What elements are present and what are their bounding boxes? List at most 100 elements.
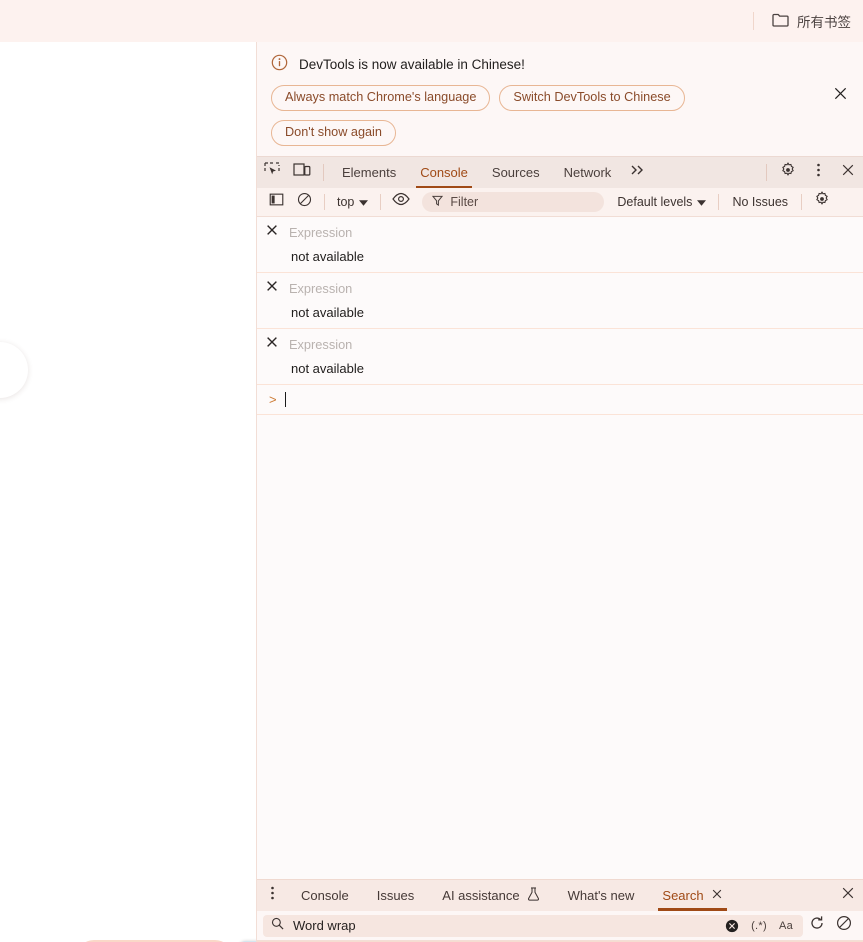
live-expression-label: Expression	[289, 224, 353, 240]
drawer-tab-whats-new-label: What's new	[567, 888, 635, 903]
close-icon	[841, 163, 855, 182]
clear-input-icon[interactable]	[723, 917, 741, 935]
inspect-element-icon	[264, 162, 280, 183]
clear-console-icon	[297, 192, 312, 212]
live-expression-value: not available	[291, 360, 364, 376]
search-magnifier-icon	[271, 917, 284, 935]
drawer-tab-console-label: Console	[301, 888, 349, 903]
issues-counter[interactable]: No Issues	[726, 195, 794, 209]
web-page-viewport: 自定义 Chrome 中 °,	[0, 42, 403, 942]
tab-sources[interactable]: Sources	[480, 157, 552, 188]
close-icon	[841, 886, 855, 905]
live-expression-head: Expression	[257, 223, 863, 242]
live-expression-value: not available	[291, 304, 364, 320]
chevron-double-right-icon	[630, 163, 646, 182]
devtools-menu-button[interactable]	[803, 157, 833, 188]
console-sidebar-icon	[269, 192, 284, 212]
three-dots-vertical-icon	[816, 162, 821, 183]
devtools-settings-button[interactable]	[773, 157, 803, 188]
devtools-close-button[interactable]	[833, 157, 863, 188]
tab-sources-label: Sources	[491, 164, 540, 180]
console-filter-input[interactable]: Filter	[422, 191, 605, 212]
close-icon[interactable]	[265, 279, 279, 298]
drawer-tab-ai-assistance-label: AI assistance	[442, 888, 520, 903]
device-toolbar-icon	[293, 162, 311, 182]
banner-title-row: DevTools is now available in Chinese!	[271, 54, 851, 74]
console-toolbar: top Filter Default levels No Issues	[257, 187, 863, 217]
tab-network[interactable]: Network	[552, 157, 624, 188]
search-clear-results-button[interactable]	[830, 914, 857, 938]
screen: 所有书签 自定义 Chrome 中 °,	[0, 0, 863, 942]
console-settings-button[interactable]	[809, 190, 835, 214]
tabbar-spacer	[653, 157, 760, 188]
drawer-tab-console[interactable]: Console	[287, 880, 363, 911]
drawer-tabbar-spacer	[737, 880, 833, 911]
drawer-tab-issues-label: Issues	[376, 888, 415, 903]
live-expression-button[interactable]	[388, 190, 414, 214]
tab-console[interactable]: Console	[408, 157, 480, 188]
close-icon[interactable]	[265, 223, 279, 242]
prompt-caret-icon: >	[269, 391, 277, 407]
devtools-drawer: Console Issues AI assistance What's new …	[257, 879, 863, 942]
search-input[interactable]: Word wrap (.*) Aa	[263, 914, 803, 937]
execution-context-selector[interactable]: top	[332, 195, 373, 209]
all-bookmarks-label: 所有书签	[797, 15, 851, 30]
devtools-tabbar: Elements Console Sources Network	[257, 155, 863, 188]
drawer-tab-search[interactable]: Search	[648, 880, 736, 911]
live-expression-value: not available	[291, 248, 364, 264]
drawer-tab-ai-assistance[interactable]: AI assistance	[428, 880, 553, 911]
banner-message: DevTools is now available in Chinese!	[299, 56, 525, 72]
drawer-tab-issues[interactable]: Issues	[363, 880, 429, 911]
tab-network-label: Network	[563, 164, 612, 180]
regex-toggle-button[interactable]: (.*)	[750, 917, 768, 935]
tab-elements[interactable]: Elements	[330, 157, 408, 188]
all-bookmarks-button[interactable]: 所有书签	[768, 8, 863, 34]
dont-show-again-button[interactable]: Don't show again	[271, 119, 396, 146]
log-levels-label: Default levels	[617, 194, 693, 209]
live-expression-row: Expression not available	[257, 329, 863, 385]
close-icon	[833, 86, 848, 106]
console-toolbar-divider-1	[324, 193, 325, 210]
language-banner: DevTools is now available in Chinese! Al…	[257, 42, 863, 156]
folder-icon	[772, 13, 789, 30]
execution-context-value: top	[337, 194, 355, 209]
inspect-element-button[interactable]	[257, 157, 287, 188]
always-match-language-button[interactable]: Always match Chrome's language	[271, 85, 491, 111]
search-refresh-button[interactable]	[803, 914, 830, 938]
match-case-toggle-button[interactable]: Aa	[777, 917, 795, 935]
log-levels-selector[interactable]: Default levels	[612, 195, 711, 209]
close-icon[interactable]	[265, 335, 279, 354]
banner-close-button[interactable]	[828, 84, 852, 108]
live-expression-row: Expression not available	[257, 217, 863, 273]
tab-console-label: Console	[420, 164, 468, 180]
live-expression-icon	[392, 192, 411, 211]
console-toolbar-divider-2	[380, 193, 382, 210]
search-toolbar: Word wrap (.*) Aa	[257, 911, 863, 941]
drawer-menu-button[interactable]	[257, 880, 287, 911]
tabbar-divider	[323, 163, 324, 181]
drawer-tabbar: Console Issues AI assistance What's new …	[257, 880, 863, 911]
info-circle-icon	[271, 54, 288, 74]
console-prompt[interactable]: >	[257, 385, 863, 415]
floating-round-button[interactable]	[0, 342, 28, 398]
banner-actions: Always match Chrome's language Switch De…	[271, 85, 741, 146]
bookmarks-bar: 所有书签	[0, 0, 863, 42]
console-filter-placeholder: Filter	[450, 194, 479, 209]
search-input-value: Word wrap	[293, 918, 356, 933]
console-sidebar-toggle[interactable]	[263, 190, 289, 214]
device-toolbar-button[interactable]	[287, 157, 317, 188]
live-expression-label: Expression	[289, 280, 353, 296]
tabbar-divider-right	[766, 163, 767, 181]
live-expression-head: Expression	[257, 335, 863, 354]
drawer-tab-whats-new[interactable]: What's new	[554, 880, 649, 911]
more-tabs-button[interactable]	[623, 157, 653, 188]
drawer-close-button[interactable]	[833, 880, 863, 911]
gear-icon	[780, 162, 796, 183]
regex-label: (.*)	[751, 919, 767, 932]
chevron-down-icon	[359, 195, 369, 209]
clear-console-button[interactable]	[291, 190, 317, 214]
switch-devtools-language-button[interactable]: Switch DevTools to Chinese	[499, 85, 685, 111]
filter-funnel-icon	[432, 193, 444, 211]
drawer-tab-search-label: Search	[662, 888, 704, 903]
close-icon[interactable]	[711, 888, 723, 903]
